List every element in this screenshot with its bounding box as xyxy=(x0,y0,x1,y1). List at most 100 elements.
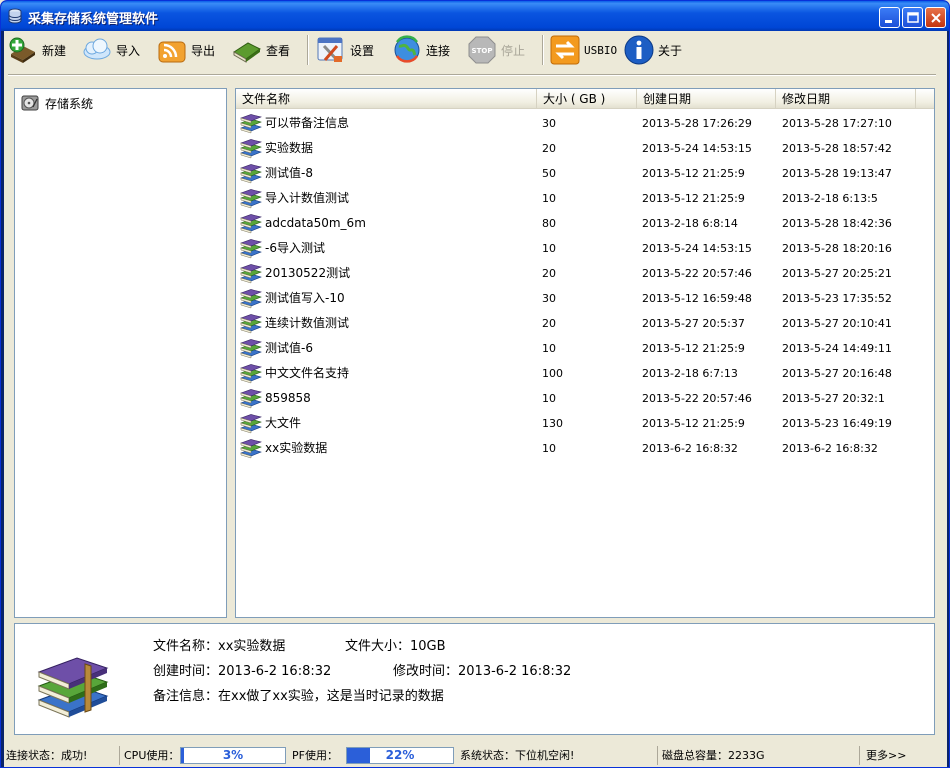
file-modified: 2013-5-28 17:27:10 xyxy=(782,117,892,130)
file-name: 测试值写入-10 xyxy=(265,291,345,305)
file-size: 20 xyxy=(542,267,556,280)
tree-item-label: 存储系统 xyxy=(45,96,94,111)
table-row[interactable]: 测试值-8 50 2013-5-12 21:25:9 2013-5-28 19:13:… xyxy=(236,161,934,186)
book-view-icon xyxy=(233,42,261,63)
hard-disk-icon xyxy=(21,95,39,111)
detail-note: 备注信息：在xx做了xx实验，这是当时记录的数据 xyxy=(153,689,444,704)
client-area: 新建 导入 导出 查看 设置 连接 STOP 停止 USBIO 关于 存储系统 … xyxy=(4,31,947,767)
app-database-icon xyxy=(8,8,22,24)
file-name-cell: 859858 xyxy=(240,386,311,411)
table-row[interactable]: -6导入测试 10 2013-5-24 14:53:15 2013-5-28 18:2… xyxy=(236,236,934,261)
archive-file-icon xyxy=(240,113,262,133)
table-row[interactable]: 20130522测试 20 2013-5-22 20:57:46 2013-5-27 … xyxy=(236,261,934,286)
file-name: 20130522测试 xyxy=(265,266,351,280)
title-bar[interactable]: 采集存储系统管理软件 xyxy=(1,1,949,31)
archive-file-icon xyxy=(240,438,262,458)
file-size: 10 xyxy=(542,342,556,355)
file-size: 20 xyxy=(542,142,556,155)
file-created: 2013-5-24 14:53:15 xyxy=(642,142,752,155)
file-name-cell: xx实验数据 xyxy=(240,436,327,461)
stop-button[interactable]: STOP 停止 xyxy=(466,33,525,67)
table-row[interactable]: 测试值写入-10 30 2013-5-12 16:59:48 2013-5-23 17… xyxy=(236,286,934,311)
column-header-size[interactable]: 大小 ( GB ) xyxy=(537,89,637,109)
file-modified: 2013-5-23 17:35:52 xyxy=(782,292,892,305)
detail-created-time: 创建时间：2013-6-2 16:8:32 xyxy=(153,664,332,679)
column-header-modified[interactable]: 修改日期 xyxy=(776,89,916,109)
view-button-label: 查看 xyxy=(266,43,291,58)
import-button-label: 导入 xyxy=(116,43,141,58)
file-size: 30 xyxy=(542,292,556,305)
file-details-panel: 文件名称：xx实验数据 文件大小：10GB 创建时间：2013-6-2 16:8… xyxy=(14,623,935,735)
file-created: 2013-5-12 21:25:9 xyxy=(642,342,745,355)
table-row[interactable]: adcdata50m_6m 80 2013-2-18 6:8:14 2013-5-28… xyxy=(236,211,934,236)
new-button[interactable]: 新建 xyxy=(7,33,66,67)
archive-file-icon xyxy=(240,188,262,208)
column-header-name[interactable]: 文件名称 xyxy=(236,89,537,109)
table-row[interactable]: 859858 10 2013-5-22 20:57:46 2013-5-27 20:3… xyxy=(236,386,934,411)
file-size: 50 xyxy=(542,167,556,180)
file-name-cell: 20130522测试 xyxy=(240,261,350,286)
import-button[interactable]: 导入 xyxy=(81,33,140,67)
file-created: 2013-5-12 21:25:9 xyxy=(642,167,745,180)
toolbar-separator xyxy=(307,35,309,65)
archive-books-icon xyxy=(37,657,109,718)
minimize-icon xyxy=(885,20,892,23)
view-button[interactable]: 查看 xyxy=(231,33,290,67)
minimize-button[interactable] xyxy=(879,7,900,28)
file-name-cell: 中文文件名支持 xyxy=(240,361,349,386)
toolbar-separator xyxy=(542,35,544,65)
file-name: xx实验数据 xyxy=(265,441,328,455)
file-size: 10 xyxy=(542,192,556,205)
file-size: 80 xyxy=(542,217,556,230)
file-list[interactable]: 文件名称 大小 ( GB ) 创建日期 修改日期 可以带备注信息 30 2013-5… xyxy=(235,88,935,618)
file-size: 130 xyxy=(542,417,563,430)
connect-button-label: 连接 xyxy=(426,43,451,58)
file-size: 10 xyxy=(542,442,556,455)
table-row[interactable]: 连续计数值测试 20 2013-5-27 20:5:37 2013-5-27 20:1… xyxy=(236,311,934,336)
archive-file-icon xyxy=(240,138,262,158)
file-created: 2013-2-18 6:7:13 xyxy=(642,367,738,380)
toolbar-divider xyxy=(8,74,936,76)
export-button-label: 导出 xyxy=(191,43,216,58)
table-row[interactable]: 中文文件名支持 100 2013-2-18 6:7:13 2013-5-27 20:1… xyxy=(236,361,934,386)
tree-item-storage-system[interactable]: 存储系统 xyxy=(21,93,93,113)
more-link[interactable]: 更多>> xyxy=(862,746,944,765)
usbio-button[interactable]: USBIO xyxy=(549,33,617,67)
column-header-created[interactable]: 创建日期 xyxy=(637,89,776,109)
app-window: 采集存储系统管理软件 新建 导入 导出 查看 设置 连接 STOP 停止 USB… xyxy=(0,0,950,768)
file-name: 测试值-6 xyxy=(265,341,313,355)
file-created: 2013-6-2 16:8:32 xyxy=(642,442,738,455)
export-button[interactable]: 导出 xyxy=(156,33,215,67)
file-modified: 2013-5-27 20:16:48 xyxy=(782,367,892,380)
maximize-icon xyxy=(907,12,919,23)
table-row[interactable]: 测试值-6 10 2013-5-12 21:25:9 2013-5-24 14:49:… xyxy=(236,336,934,361)
settings-button-label: 设置 xyxy=(350,43,375,58)
file-size: 100 xyxy=(542,367,563,380)
table-row[interactable]: 大文件 130 2013-5-12 21:25:9 2013-5-23 16:49:1… xyxy=(236,411,934,436)
table-row[interactable]: 实验数据 20 2013-5-24 14:53:15 2013-5-28 18:57:… xyxy=(236,136,934,161)
storage-tree[interactable]: 存储系统 xyxy=(14,88,227,618)
connect-button[interactable]: 连接 xyxy=(391,33,450,67)
file-name: 测试值-8 xyxy=(265,166,313,180)
settings-button[interactable]: 设置 xyxy=(315,33,374,67)
table-row[interactable]: 导入计数值测试 10 2013-5-12 21:25:9 2013-2-18 6:13… xyxy=(236,186,934,211)
file-name-cell: 测试值写入-10 xyxy=(240,286,345,311)
new-icon xyxy=(9,37,35,63)
close-button[interactable] xyxy=(925,7,946,28)
table-row[interactable]: 可以带备注信息 30 2013-5-28 17:26:29 2013-5-28 17:… xyxy=(236,111,934,136)
maximize-button[interactable] xyxy=(902,7,923,28)
file-modified: 2013-5-28 19:13:47 xyxy=(782,167,892,180)
table-row[interactable]: xx实验数据 10 2013-6-2 16:8:32 2013-6-2 16:8:32 xyxy=(236,436,934,461)
about-button[interactable]: 关于 xyxy=(623,33,682,67)
file-name: -6导入测试 xyxy=(265,241,325,255)
stop-button-label: 停止 xyxy=(501,43,526,58)
file-name-cell: 导入计数值测试 xyxy=(240,186,349,211)
file-created: 2013-5-22 20:57:46 xyxy=(642,267,752,280)
pf-usage-bar: 22% xyxy=(346,747,454,764)
list-rows: 可以带备注信息 30 2013-5-28 17:26:29 2013-5-28 17:… xyxy=(236,111,934,461)
cloud-import-icon xyxy=(83,38,111,60)
file-name-cell: 实验数据 xyxy=(240,136,313,161)
file-name-cell: 测试值-6 xyxy=(240,336,313,361)
status-system: 系统状态：下位机空闲! xyxy=(458,746,658,765)
archive-file-icon xyxy=(240,413,262,433)
